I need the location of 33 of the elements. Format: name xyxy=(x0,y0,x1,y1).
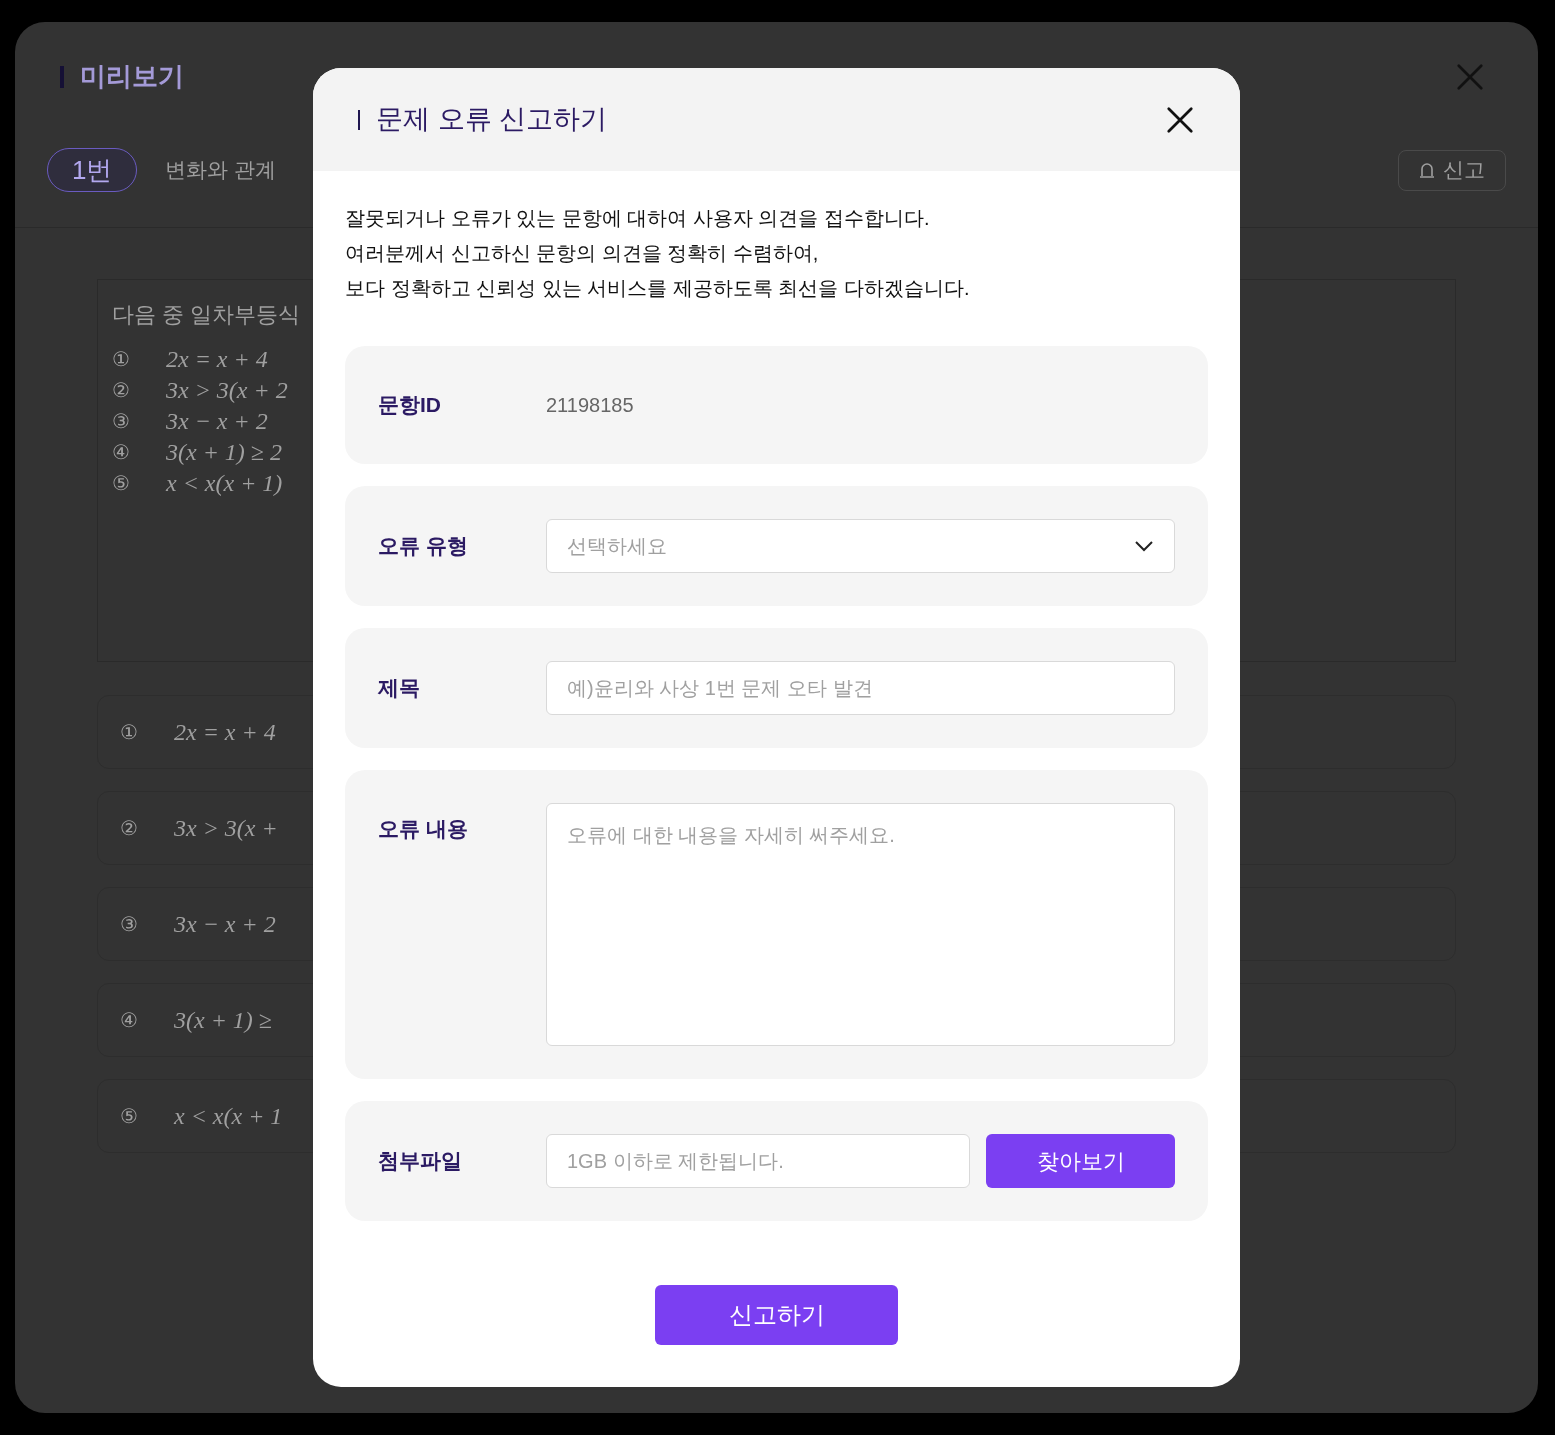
item-id-value: 21198185 xyxy=(546,393,634,418)
report-button[interactable]: 신고 xyxy=(1398,149,1506,191)
tab[interactable]: 1번 xyxy=(47,148,138,192)
field-label: 제목 xyxy=(378,675,421,702)
description-text: 보다 정확하고 신뢰성 있는 서비스를 제공하도록 최선을 다하겠습니다. xyxy=(345,276,971,301)
description-text: 여러분께서 신고하신 문항의 의견을 정확히 수렴하여, xyxy=(345,241,820,266)
preview-title: 미리보기 xyxy=(80,60,184,93)
choice-marker: ② xyxy=(112,377,131,403)
field-label: 오류 내용 xyxy=(378,816,469,842)
field-label: 오류 유형 xyxy=(378,533,469,560)
file-input-field[interactable]: 1GB 이하로 제한됩니다. xyxy=(546,1134,970,1188)
submit-button[interactable]: 신고하기 xyxy=(655,1285,898,1345)
error-content-field[interactable]: 오류에 대한 내용을 자세히 써주세요. xyxy=(546,803,1175,1046)
close-icon[interactable] xyxy=(1165,104,1195,135)
bell-icon xyxy=(1419,161,1435,179)
question-prompt: 다음 중 일차부등식 xyxy=(112,301,302,329)
description-text: 잘못되거나 오류가 있는 문항에 대하여 사용자 의견을 접수합니다. xyxy=(345,206,931,231)
tab[interactable]: 변화와 관계 xyxy=(165,154,277,186)
choice-marker: ④ xyxy=(112,439,131,465)
chevron-down-icon xyxy=(1134,540,1154,552)
field-label: 첨부파일 xyxy=(378,1148,463,1175)
dialog-title: 문제 오류 신고하기 xyxy=(376,103,607,137)
math-formula: 2x = x + 4 xyxy=(166,344,268,374)
math-formula: x < x(x + 1) xyxy=(166,468,283,498)
choice-marker: ③ xyxy=(112,408,131,434)
choice-marker: ⑤ xyxy=(112,470,131,496)
math-formula: 3x > 3(x + 2 xyxy=(166,375,288,405)
title-input-field[interactable]: 예)윤리와 사상 1번 문제 오타 발견 xyxy=(546,661,1175,715)
choice-marker: ① xyxy=(112,346,131,372)
field-label: 문항ID xyxy=(378,392,442,419)
math-formula: 3(x + 1) ≥ 2 xyxy=(166,437,282,467)
math-formula: 3x − x + 2 xyxy=(166,406,268,436)
browse-button[interactable]: 찾아보기 xyxy=(986,1134,1175,1188)
